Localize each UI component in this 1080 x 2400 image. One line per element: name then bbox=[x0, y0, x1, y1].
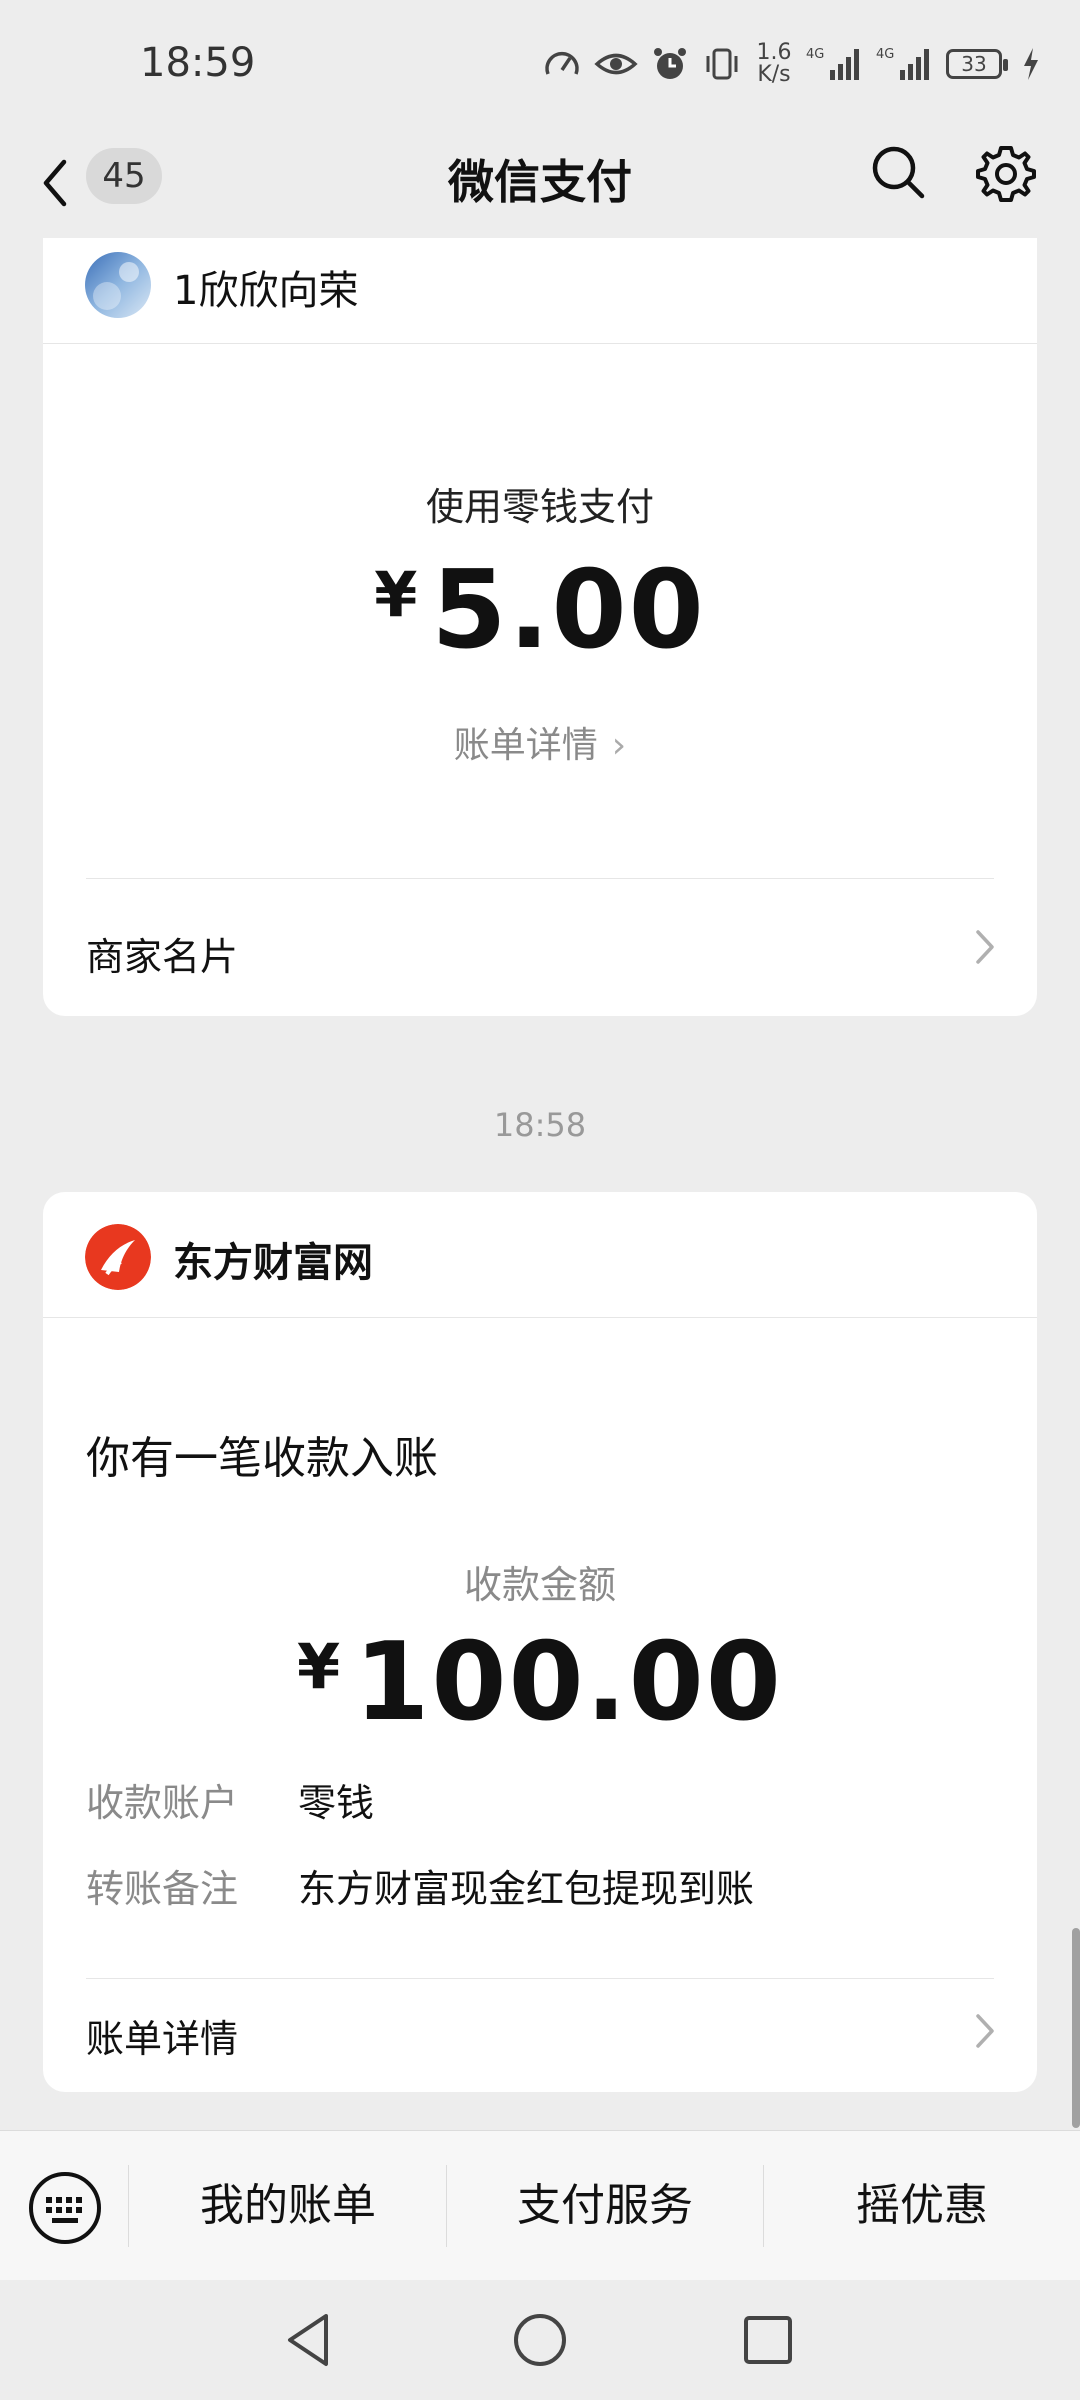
battery-indicator: 33 bbox=[946, 49, 1008, 79]
row-value: 东方财富现金红包提现到账 bbox=[298, 1867, 755, 1911]
payment-amount: ¥5.00 bbox=[43, 548, 1037, 673]
navigation-bar: 45 微信支付 bbox=[0, 130, 1080, 238]
eye-icon bbox=[594, 53, 638, 75]
card-header: 东方财富网 bbox=[43, 1192, 1037, 1318]
back-triangle-icon[interactable] bbox=[278, 2308, 342, 2372]
remark-row: 转账备注 东方财富现金红包提现到账 bbox=[86, 1858, 754, 1913]
receipt-amount: ¥100.00 bbox=[43, 1620, 1037, 1745]
bill-detail-label: 账单详情 bbox=[453, 725, 598, 766]
vibrate-icon bbox=[706, 48, 738, 80]
charging-icon bbox=[1024, 48, 1038, 80]
system-navigation-bar bbox=[0, 2280, 1080, 2400]
bottom-menu: 我的账单 支付服务 摇优惠 bbox=[0, 2130, 1080, 2280]
divider bbox=[86, 878, 994, 879]
keyboard-toggle-button[interactable] bbox=[28, 2171, 102, 2245]
chevron-right-icon bbox=[976, 2014, 994, 2048]
signal-4g-icon: 4G bbox=[806, 47, 859, 80]
payment-card[interactable]: 1欣欣向荣 使用零钱支付 ¥5.00 账单详情 › 商家名片 bbox=[43, 238, 1037, 1016]
menu-my-bills[interactable]: 我的账单 bbox=[130, 2131, 446, 2281]
recents-square-icon[interactable] bbox=[736, 2308, 800, 2372]
status-icons: 1.6 K/s 4G 4G 33 bbox=[542, 42, 1040, 86]
row-value: 零钱 bbox=[298, 1781, 375, 1825]
merchant-name: 东方财富网 bbox=[173, 1240, 373, 1286]
payment-method-label: 使用零钱支付 bbox=[425, 485, 654, 529]
merchant-name: 1欣欣向荣 bbox=[173, 268, 359, 314]
menu-separator bbox=[128, 2165, 129, 2247]
menu-payment-services[interactable]: 支付服务 bbox=[447, 2131, 763, 2281]
amount-label: 收款金额 bbox=[463, 1563, 616, 1607]
chevron-right-icon bbox=[976, 930, 994, 964]
currency-symbol: ¥ bbox=[374, 558, 418, 631]
keyboard-icon bbox=[29, 2172, 101, 2244]
scrollbar[interactable] bbox=[1072, 1928, 1080, 2128]
divider bbox=[86, 1978, 994, 1979]
status-time: 18:59 bbox=[140, 40, 256, 86]
signal-4g-icon-2: 4G bbox=[876, 47, 929, 80]
settings-button[interactable] bbox=[974, 142, 1038, 206]
amount-value: 5.00 bbox=[431, 548, 706, 673]
notice-title: 你有一笔收款入账 bbox=[86, 1433, 438, 1484]
eastmoney-logo bbox=[85, 1224, 151, 1290]
account-row: 收款账户 零钱 bbox=[86, 1772, 374, 1827]
svg-text:4G: 4G bbox=[876, 47, 894, 62]
search-icon bbox=[872, 146, 925, 199]
chevron-right-icon: › bbox=[611, 725, 627, 766]
receipt-card[interactable]: 东方财富网 你有一笔收款入账 收款金额 ¥100.00 收款账户 零钱 转账备注… bbox=[43, 1192, 1037, 2092]
row-key: 转账备注 bbox=[86, 1867, 239, 1911]
speedometer-icon bbox=[545, 51, 579, 75]
bill-detail-link[interactable]: 账单详情 › bbox=[43, 716, 1037, 768]
search-button[interactable] bbox=[868, 142, 928, 202]
menu-shake-offers[interactable]: 摇优惠 bbox=[764, 2131, 1080, 2281]
alarm-icon bbox=[654, 48, 686, 79]
amount-value: 100.00 bbox=[354, 1620, 783, 1745]
message-timestamp: 18:58 bbox=[493, 1106, 587, 1144]
network-speed: 1.6 K/s bbox=[756, 40, 792, 87]
card-header: 1欣欣向荣 bbox=[43, 238, 1037, 344]
home-circle-icon[interactable] bbox=[508, 2308, 572, 2372]
svg-text:4G: 4G bbox=[806, 47, 824, 62]
gear-icon bbox=[976, 146, 1036, 202]
currency-symbol: ¥ bbox=[297, 1630, 341, 1703]
merchant-card-label[interactable]: 商家名片 bbox=[86, 926, 238, 981]
row-key: 收款账户 bbox=[86, 1781, 239, 1825]
status-bar: 18:59 1.6 K/s 4G 4G 33 bbox=[0, 0, 1080, 130]
merchant-avatar bbox=[85, 252, 151, 318]
bill-detail-row[interactable]: 账单详情 bbox=[86, 2008, 238, 2063]
